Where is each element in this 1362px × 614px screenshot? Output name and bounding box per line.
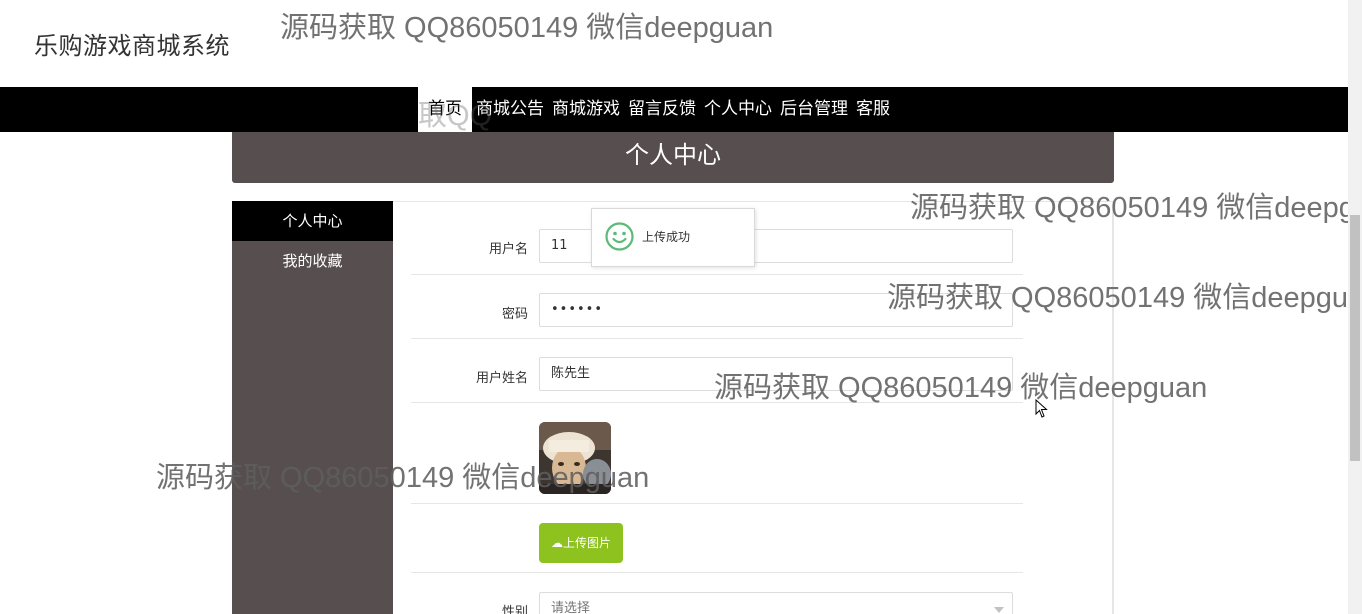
password-label: 密码 <box>501 307 528 322</box>
upload-image-button[interactable]: ☁上传图片 <box>539 523 623 563</box>
sidebar: 个人中心 我的收藏 <box>232 201 393 614</box>
nav-item-games[interactable]: 商城游戏 <box>548 87 624 132</box>
gender-select-placeholder: 请选择 <box>551 601 591 614</box>
nav-item-admin[interactable]: 后台管理 <box>776 87 852 132</box>
password-field[interactable]: •••••• <box>539 293 1013 327</box>
nav-item-customer-service[interactable]: 客服 <box>852 87 894 132</box>
page-scrollbar[interactable] <box>1348 0 1362 614</box>
sidebar-item-personal-center[interactable]: 个人中心 <box>232 201 393 241</box>
avatar-row <box>411 402 1023 504</box>
main-navbar: 首页 商城公告 商城游戏 留言反馈 个人中心 后台管理 客服 <box>0 87 1348 132</box>
sidebar-item-favorites[interactable]: 我的收藏 <box>232 241 393 281</box>
avatar-image <box>539 422 611 494</box>
toast-message: 上传成功 <box>642 230 691 244</box>
smile-icon <box>605 222 634 251</box>
scrollbar-thumb[interactable] <box>1350 215 1360 461</box>
nav-item-feedback[interactable]: 留言反馈 <box>624 87 700 132</box>
nav-menu: 首页 商城公告 商城游戏 留言反馈 个人中心 后台管理 客服 <box>418 87 894 132</box>
nav-item-personal-center[interactable]: 个人中心 <box>700 87 776 132</box>
avatar <box>539 422 611 494</box>
gender-row: 性别 请选择 <box>411 572 1023 614</box>
realname-field[interactable]: 陈先生 <box>539 357 1013 391</box>
gender-label: 性别 <box>501 605 528 614</box>
cloud-upload-icon: ☁ <box>550 536 563 550</box>
gender-select[interactable]: 请选择 <box>539 592 1013 614</box>
upload-button-label: 上传图片 <box>562 536 611 550</box>
upload-row <box>411 503 1023 573</box>
chevron-down-icon <box>994 607 1004 613</box>
realname-label: 用户姓名 <box>475 371 528 386</box>
nav-item-home[interactable]: 首页 <box>418 87 472 132</box>
site-title: 乐购游戏商城系统 <box>34 32 230 60</box>
password-row: 密码 •••••• <box>411 274 1023 339</box>
realname-row: 用户姓名 陈先生 <box>411 338 1023 403</box>
toast-notification: 上传成功 <box>591 208 755 267</box>
page-title: 个人中心 <box>232 132 1114 183</box>
site-header: 乐购游戏商城系统 <box>0 0 1348 87</box>
nav-item-announcements[interactable]: 商城公告 <box>472 87 548 132</box>
mouse-cursor-icon <box>1035 399 1048 418</box>
username-label: 用户名 <box>488 242 528 257</box>
